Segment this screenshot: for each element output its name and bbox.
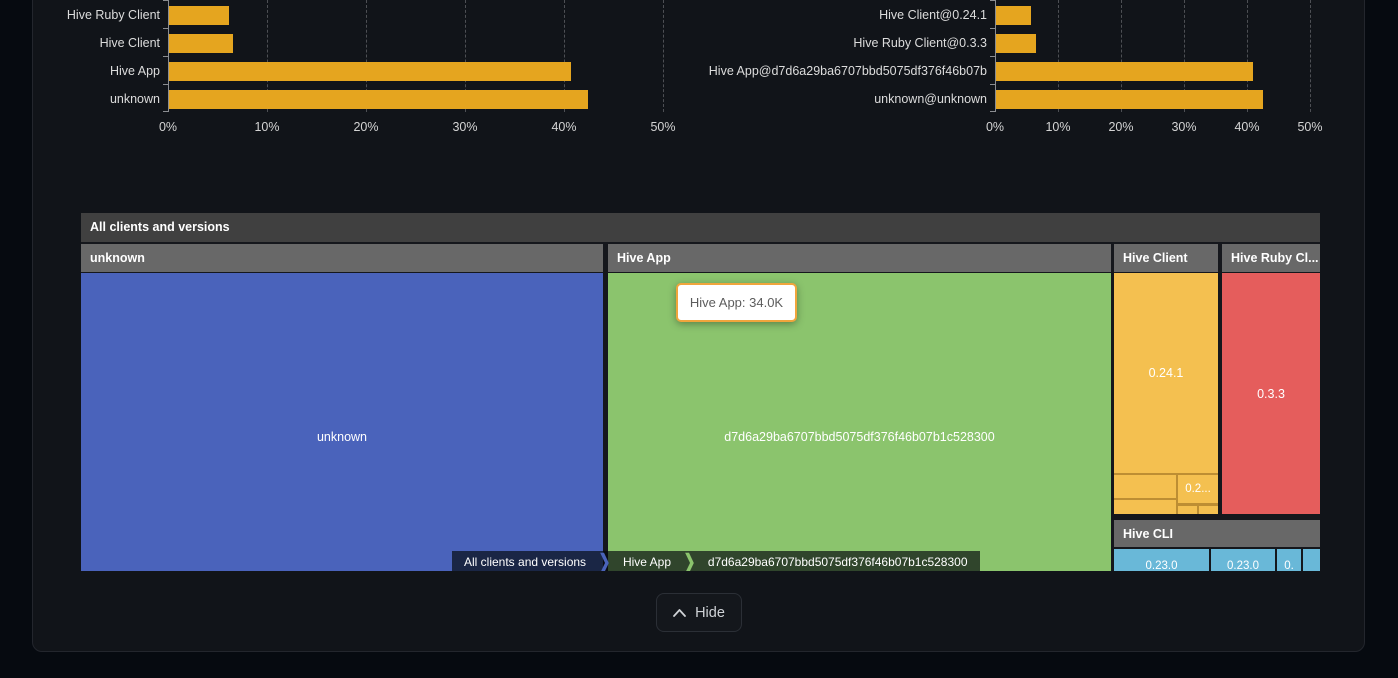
treemap-tile-hive-cli-0[interactable]: 0.23.0	[1114, 549, 1209, 571]
breadcrumb-item-2[interactable]: d7d6a29ba6707bbd5075df376f46b07b1c528300	[696, 551, 980, 571]
x-tick-label: 0%	[159, 120, 177, 136]
grid-line	[1310, 0, 1311, 112]
y-axis-tick	[990, 111, 995, 112]
treemap-tile-label: 0.23.0	[1211, 559, 1275, 571]
treemap-section-header-hive-ruby-client[interactable]: Hive Ruby Cl...	[1222, 244, 1320, 272]
treemap-tile-hive-cli-3[interactable]	[1303, 549, 1320, 571]
bar-hive-client-0-24-1[interactable]	[996, 6, 1031, 25]
bar-hive-ruby-client[interactable]	[169, 6, 229, 25]
y-axis-tick	[990, 28, 995, 29]
y-axis-tick	[163, 56, 168, 57]
bar-hive-app-d7d6a29ba6707bbd5075df376f46b07b[interactable]	[996, 62, 1253, 81]
treemap-tile-hive-client-4[interactable]	[1114, 500, 1176, 514]
treemap-tile-hive-cli-1[interactable]: 0.23.0	[1211, 549, 1275, 571]
bar-hive-client[interactable]	[169, 34, 233, 53]
category-label: Hive Client@0.24.1	[700, 7, 987, 23]
breadcrumb-chevron-icon: ❯	[598, 551, 611, 571]
treemap-tile-unknown-0[interactable]: unknown	[81, 273, 603, 571]
treemap-section-header-unknown[interactable]: unknown	[81, 244, 603, 272]
treemap-tile-hive-client-2[interactable]	[1114, 475, 1176, 498]
treemap-tile-label: d7d6a29ba6707bbd5075df376f46b07b1c528300	[608, 430, 1111, 444]
grid-line	[663, 0, 664, 112]
y-axis-tick	[163, 28, 168, 29]
x-tick-label: 30%	[1171, 120, 1196, 136]
bar-unknown[interactable]	[169, 90, 588, 109]
treemap-tile-label: 0.23.0	[1114, 559, 1209, 571]
hide-button[interactable]: Hide	[656, 593, 742, 632]
y-axis-tick	[990, 0, 995, 1]
treemap-tile-hive-cli-2[interactable]: 0.	[1277, 549, 1301, 571]
treemap-tile-label: 0.24.1	[1114, 366, 1218, 380]
y-axis-tick	[990, 84, 995, 85]
category-label: Hive Ruby Client@0.3.3	[700, 35, 987, 51]
bar-hive-app[interactable]	[169, 62, 571, 81]
treemap-section-header-hive-cli[interactable]: Hive CLI	[1114, 520, 1320, 547]
client-versions-bar-chart: Hive Client@0.24.1 Hive Ruby Client@0.3.3…	[700, 0, 1360, 142]
x-tick-label: 30%	[452, 120, 477, 136]
treemap-section-header-hive-app[interactable]: Hive App	[608, 244, 1111, 272]
category-label: Hive Ruby Client	[42, 7, 160, 23]
treemap-tile-label: 0.2...	[1178, 482, 1218, 496]
category-label: unknown@unknown	[700, 91, 987, 107]
category-label: Hive App@d7d6a29ba6707bbd5075df376f46b07…	[700, 63, 987, 79]
treemap-tooltip: Hive App: 34.0K	[676, 283, 797, 322]
y-axis-tick	[163, 84, 168, 85]
clients-bar-chart: Hive Ruby Client Hive Client Hive App unkno…	[42, 0, 682, 142]
treemap-tile-hive-client-1[interactable]: 0.24.1	[1114, 273, 1218, 473]
category-label: Hive App	[42, 63, 160, 79]
category-label: Hive Client	[42, 35, 160, 51]
clients-treemap: All clients and versions All clients and…	[81, 213, 1320, 571]
breadcrumb-item-1[interactable]: Hive App	[611, 551, 683, 571]
x-tick-label: 40%	[551, 120, 576, 136]
hide-button-label: Hide	[695, 605, 725, 621]
treemap-root-header[interactable]: All clients and versions	[81, 213, 1320, 242]
x-tick-label: 0%	[986, 120, 1004, 136]
x-tick-label: 20%	[353, 120, 378, 136]
treemap-breadcrumb: All clients and versions❯Hive App❯d7d6a2…	[452, 551, 980, 571]
treemap-tile-hive-client-5[interactable]	[1178, 506, 1197, 514]
treemap-tile-label: 0.	[1277, 559, 1301, 571]
x-tick-label: 50%	[650, 120, 675, 136]
treemap-tile-hive-client-3[interactable]: 0.2...	[1178, 475, 1218, 503]
treemap-section-header-hive-client[interactable]: Hive Client	[1114, 244, 1218, 272]
x-tick-label: 10%	[254, 120, 279, 136]
category-label: unknown	[42, 91, 160, 107]
breadcrumb-chevron-icon: ❯	[683, 551, 696, 571]
y-axis-tick	[163, 0, 168, 1]
y-axis-tick	[990, 56, 995, 57]
treemap-tile-label: unknown	[81, 430, 603, 444]
bar-unknown-unknown[interactable]	[996, 90, 1263, 109]
y-axis-tick	[163, 111, 168, 112]
x-tick-label: 10%	[1045, 120, 1070, 136]
chevron-up-icon	[673, 609, 686, 617]
x-tick-label: 50%	[1297, 120, 1322, 136]
x-tick-label: 20%	[1108, 120, 1133, 136]
treemap-tile-hive-ruby-client-0[interactable]: 0.3.3	[1222, 273, 1320, 514]
x-tick-label: 40%	[1234, 120, 1259, 136]
treemap-tile-label: 0.3.3	[1222, 387, 1320, 401]
bar-hive-ruby-client-0-3-3[interactable]	[996, 34, 1036, 53]
breadcrumb-item-0[interactable]: All clients and versions	[452, 551, 598, 571]
treemap-tile-hive-client-6[interactable]	[1199, 506, 1218, 514]
